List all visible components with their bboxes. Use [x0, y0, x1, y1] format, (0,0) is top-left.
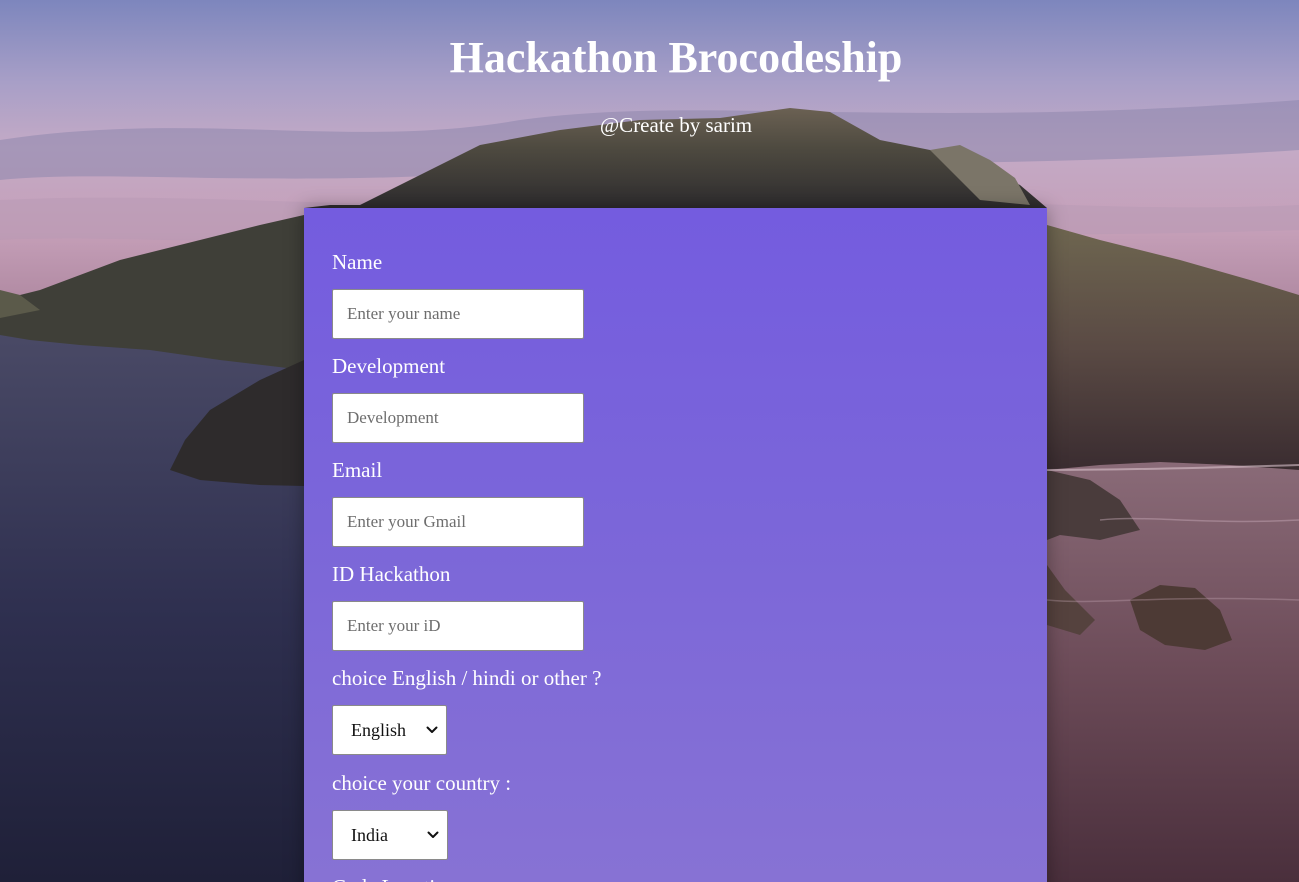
chevron-down-icon — [427, 831, 439, 838]
chevron-down-icon — [426, 726, 438, 733]
development-label: Development — [332, 354, 446, 378]
name-input[interactable] — [332, 289, 584, 339]
country-selected-value: India — [351, 825, 388, 845]
email-label: Email — [332, 458, 383, 482]
development-input[interactable] — [332, 393, 584, 443]
name-label: Name — [332, 250, 383, 274]
code-location-label: Code Location — [332, 874, 456, 882]
language-label: choice English / hindi or other ? — [332, 666, 602, 690]
hackathon-id-input[interactable] — [332, 601, 584, 651]
hackathon-id-label: ID Hackathon — [332, 562, 451, 586]
country-label: choice your country : — [332, 771, 512, 795]
registration-form: Name Development Email ID Hackathon choi… — [304, 208, 1047, 882]
page-subtitle: @Create by sarim — [599, 113, 753, 137]
email-input[interactable] — [332, 497, 584, 547]
country-select[interactable]: India — [332, 810, 448, 860]
language-selected-value: English — [351, 720, 407, 740]
language-select[interactable]: English — [332, 705, 447, 755]
page-title: Hackathon Brocodeship — [449, 33, 903, 82]
